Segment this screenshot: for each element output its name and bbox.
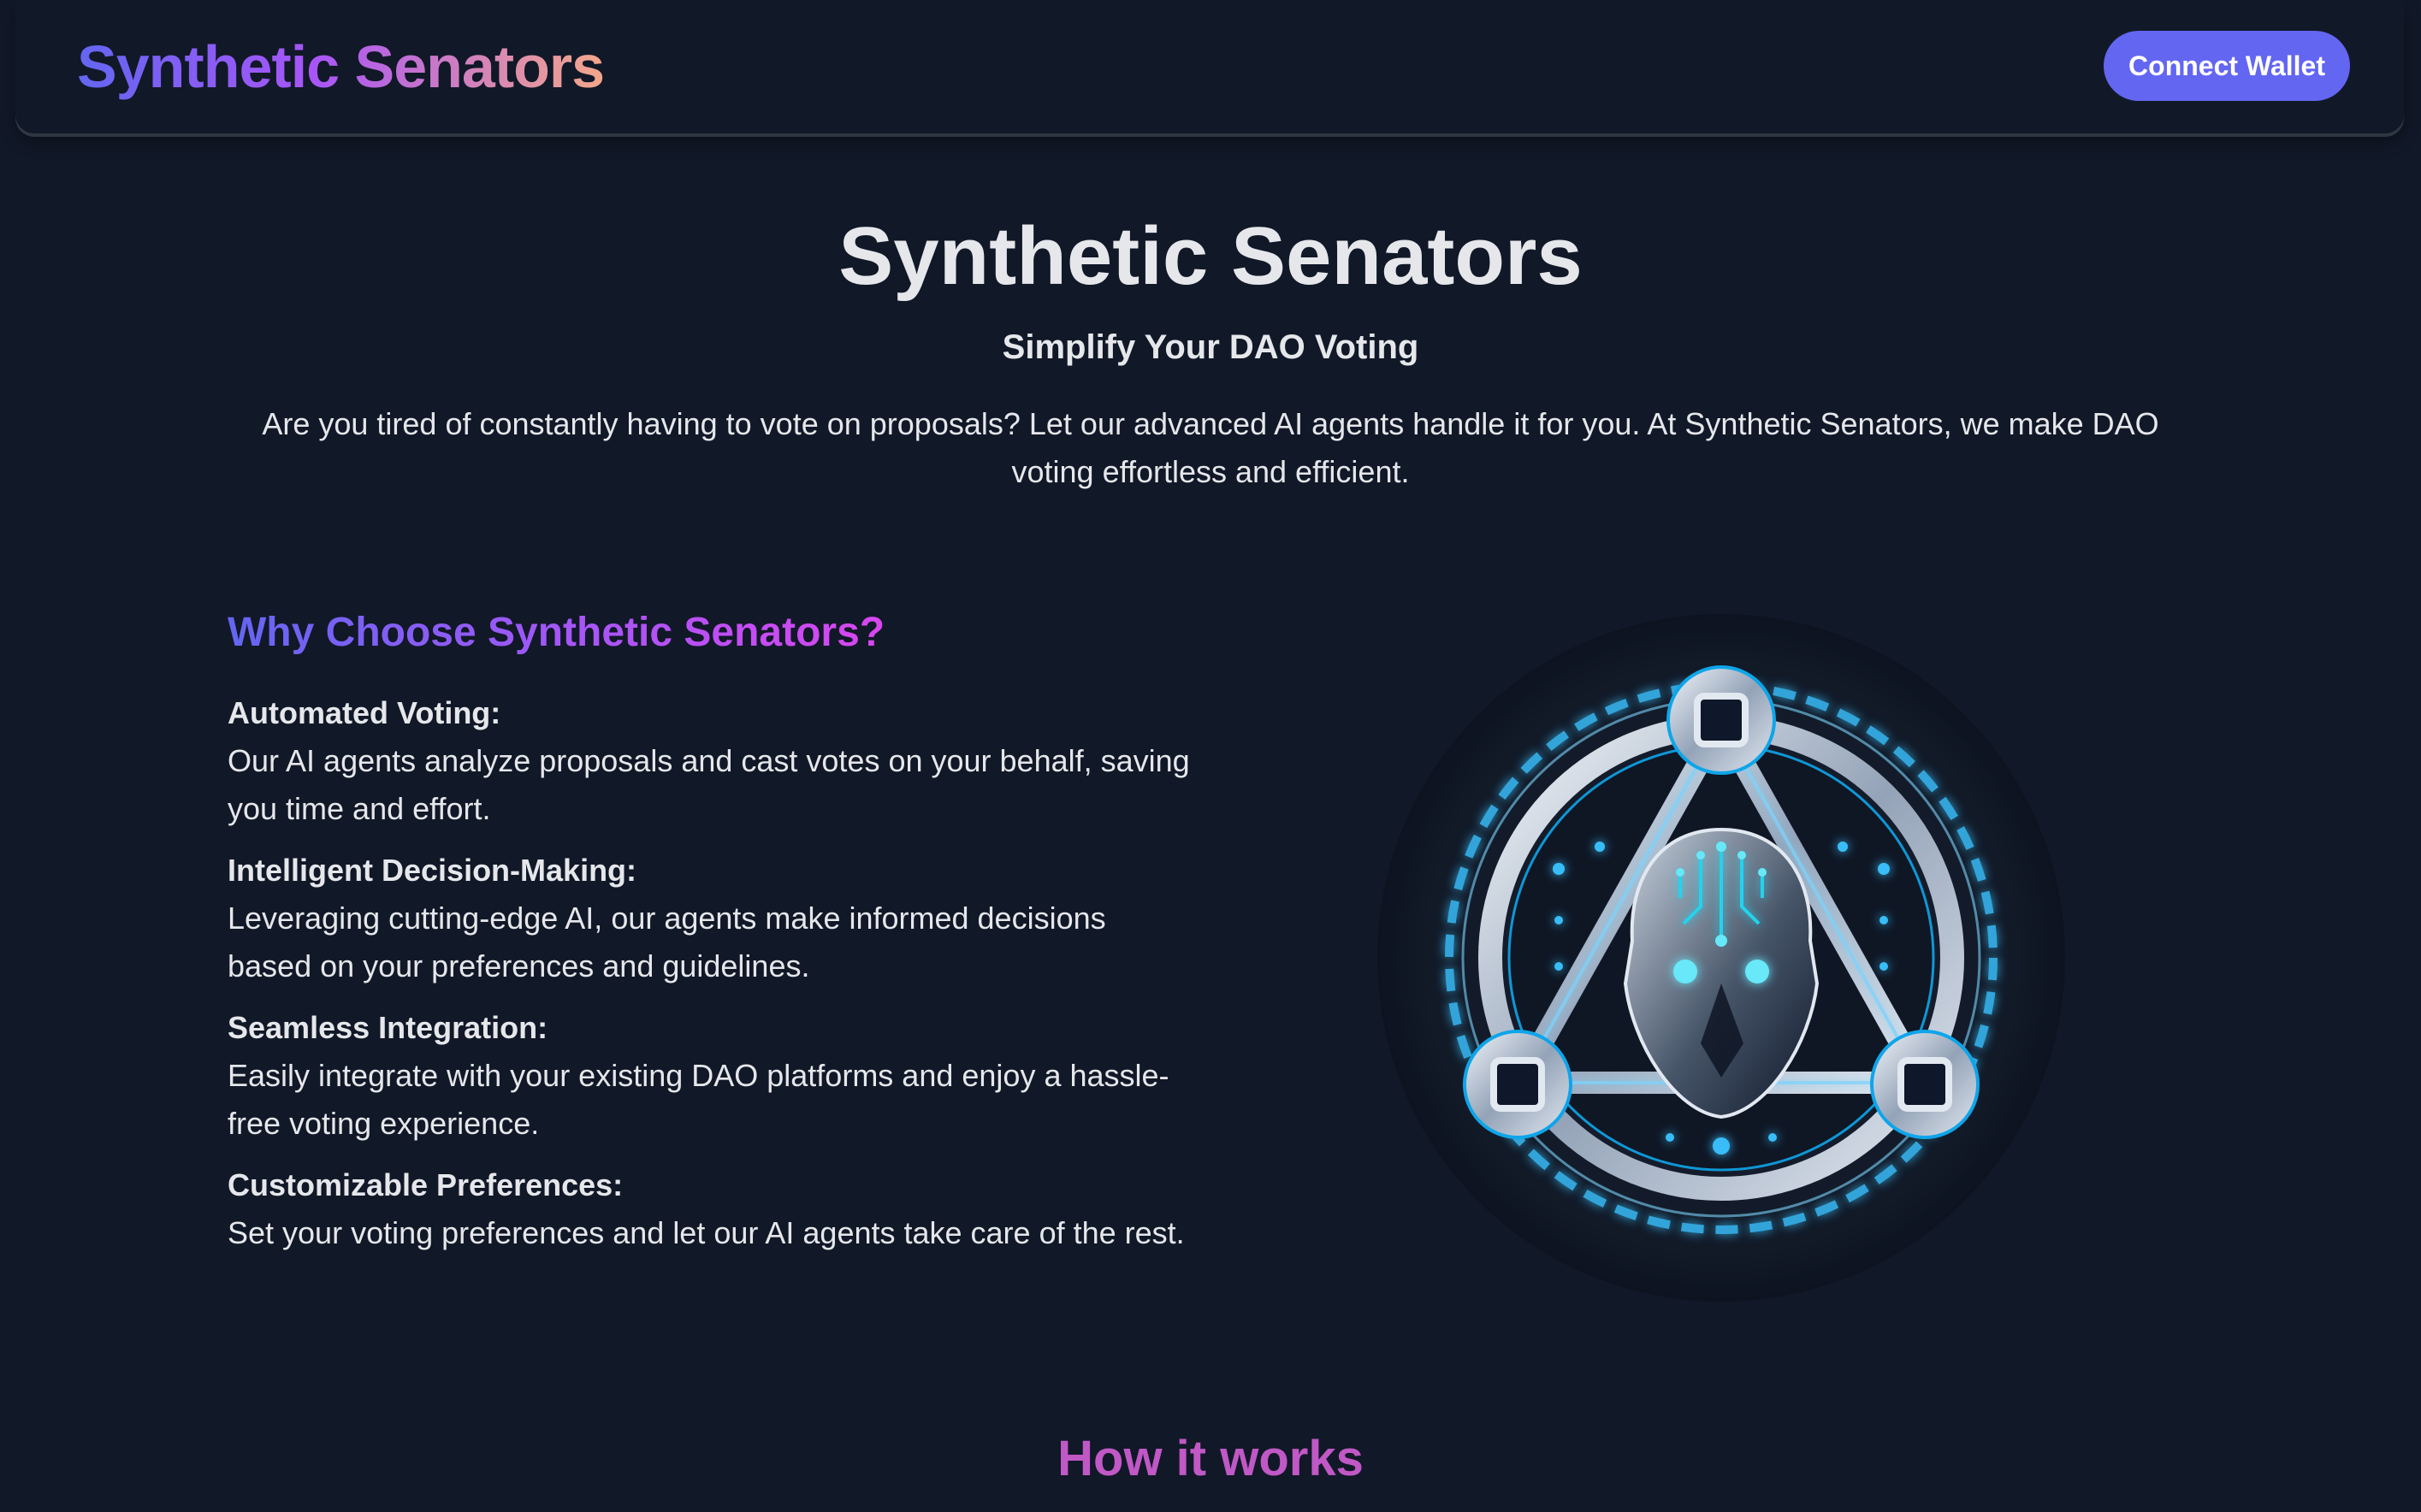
hero-subtitle: Simplify Your DAO Voting [1002, 328, 1419, 366]
how-it-works-heading: How it works [1057, 1431, 1364, 1486]
feature-description: Leveraging cutting-edge AI, our agents m… [228, 901, 1106, 983]
hero-description: Are you tired of constantly having to vo… [262, 406, 2159, 489]
connect-wallet-button[interactable]: Connect Wallet [2104, 31, 2350, 101]
feature-title: Intelligent Decision-Making: [228, 853, 637, 888]
feature-item: Customizable Preferences: Set your votin… [228, 1161, 1194, 1257]
ai-senator-emblem-icon [1376, 599, 2065, 1322]
hero-title: Synthetic Senators [838, 210, 1583, 302]
feature-description: Set your voting preferences and let our … [228, 1215, 1185, 1250]
features-list: Automated Voting: Our AI agents analyze … [228, 689, 1194, 1271]
feature-title: Automated Voting: [228, 695, 501, 730]
feature-item: Automated Voting: Our AI agents analyze … [228, 689, 1194, 833]
top-navbar: Synthetic Senators Connect Wallet [15, 0, 2404, 133]
feature-description: Easily integrate with your existing DAO … [228, 1058, 1169, 1141]
feature-title: Customizable Preferences: [228, 1167, 624, 1202]
feature-description: Our AI agents analyze proposals and cast… [228, 743, 1190, 826]
feature-item: Seamless Integration: Easily integrate w… [228, 1004, 1194, 1148]
brand-logo-text[interactable]: Synthetic Senators [77, 29, 605, 104]
feature-title: Seamless Integration: [228, 1010, 548, 1045]
emblem-svg [1377, 614, 2065, 1302]
feature-item: Intelligent Decision-Making: Leveraging … [228, 847, 1194, 990]
why-choose-heading: Why Choose Synthetic Senators? [228, 605, 885, 660]
